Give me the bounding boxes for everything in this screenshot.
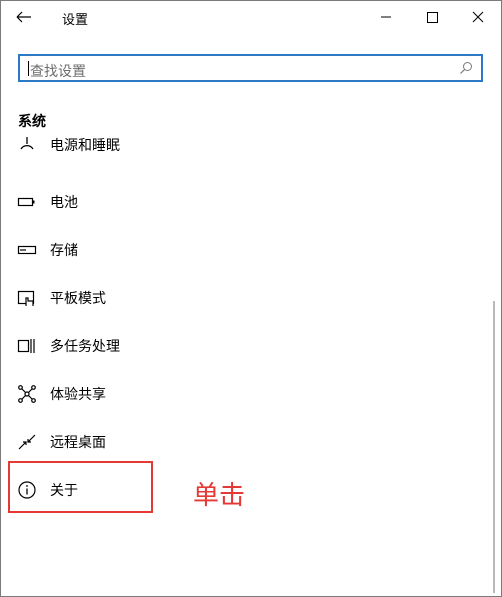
remote-desktop-icon <box>18 434 36 450</box>
click-annotation: 单击 <box>193 481 246 511</box>
settings-list: 电源和睡眠 电池 存储 平板模式 多任务处理 体验共享 远程桌面 关于 <box>1 131 481 596</box>
battery-icon <box>17 197 35 207</box>
nav-item-storage[interactable]: 存储 <box>1 226 481 274</box>
back-arrow-icon <box>16 11 31 23</box>
settings-window: 设置 查找设置 系统 电源和睡眠 电池 存储 平板模式 多任务处理 体验共享 远… <box>0 0 502 597</box>
maximize-icon <box>427 12 438 23</box>
nav-item-label: 平板模式 <box>50 291 106 307</box>
click-highlight-box <box>8 461 153 513</box>
nav-item-label: 存储 <box>50 243 78 259</box>
nav-item-power-sleep[interactable]: 电源和睡眠 <box>1 131 481 169</box>
close-icon <box>472 11 484 23</box>
maximize-button[interactable] <box>409 1 455 33</box>
scrollbar[interactable] <box>493 301 495 593</box>
minimize-icon <box>381 16 391 18</box>
storage-icon <box>17 245 37 255</box>
section-heading: 系统 <box>18 114 46 130</box>
nav-item-battery[interactable]: 电池 <box>1 178 481 226</box>
nav-item-tablet-mode[interactable]: 平板模式 <box>1 274 481 322</box>
nav-item-multitasking[interactable]: 多任务处理 <box>1 322 481 370</box>
search-icon[interactable] <box>459 61 473 75</box>
nav-item-label: 多任务处理 <box>50 339 120 355</box>
nav-item-shared-experiences[interactable]: 体验共享 <box>1 370 481 418</box>
text-caret <box>28 61 29 76</box>
search-input[interactable]: 查找设置 <box>30 61 86 81</box>
nav-item-label: 体验共享 <box>50 387 106 403</box>
close-button[interactable] <box>455 1 501 33</box>
nav-item-label: 电源和睡眠 <box>50 138 120 154</box>
nav-item-label: 远程桌面 <box>50 435 106 451</box>
tablet-mode-icon <box>17 290 35 306</box>
title-bar: 设置 <box>1 1 501 33</box>
power-icon <box>20 137 34 150</box>
search-box[interactable]: 查找设置 <box>18 54 483 82</box>
shared-experiences-icon <box>18 385 36 403</box>
minimize-button[interactable] <box>363 1 409 33</box>
nav-item-label: 电池 <box>50 195 78 211</box>
nav-item-remote-desktop[interactable]: 远程桌面 <box>1 418 481 466</box>
window-title: 设置 <box>62 13 89 28</box>
multitasking-icon <box>17 339 35 353</box>
back-button[interactable] <box>9 5 41 29</box>
